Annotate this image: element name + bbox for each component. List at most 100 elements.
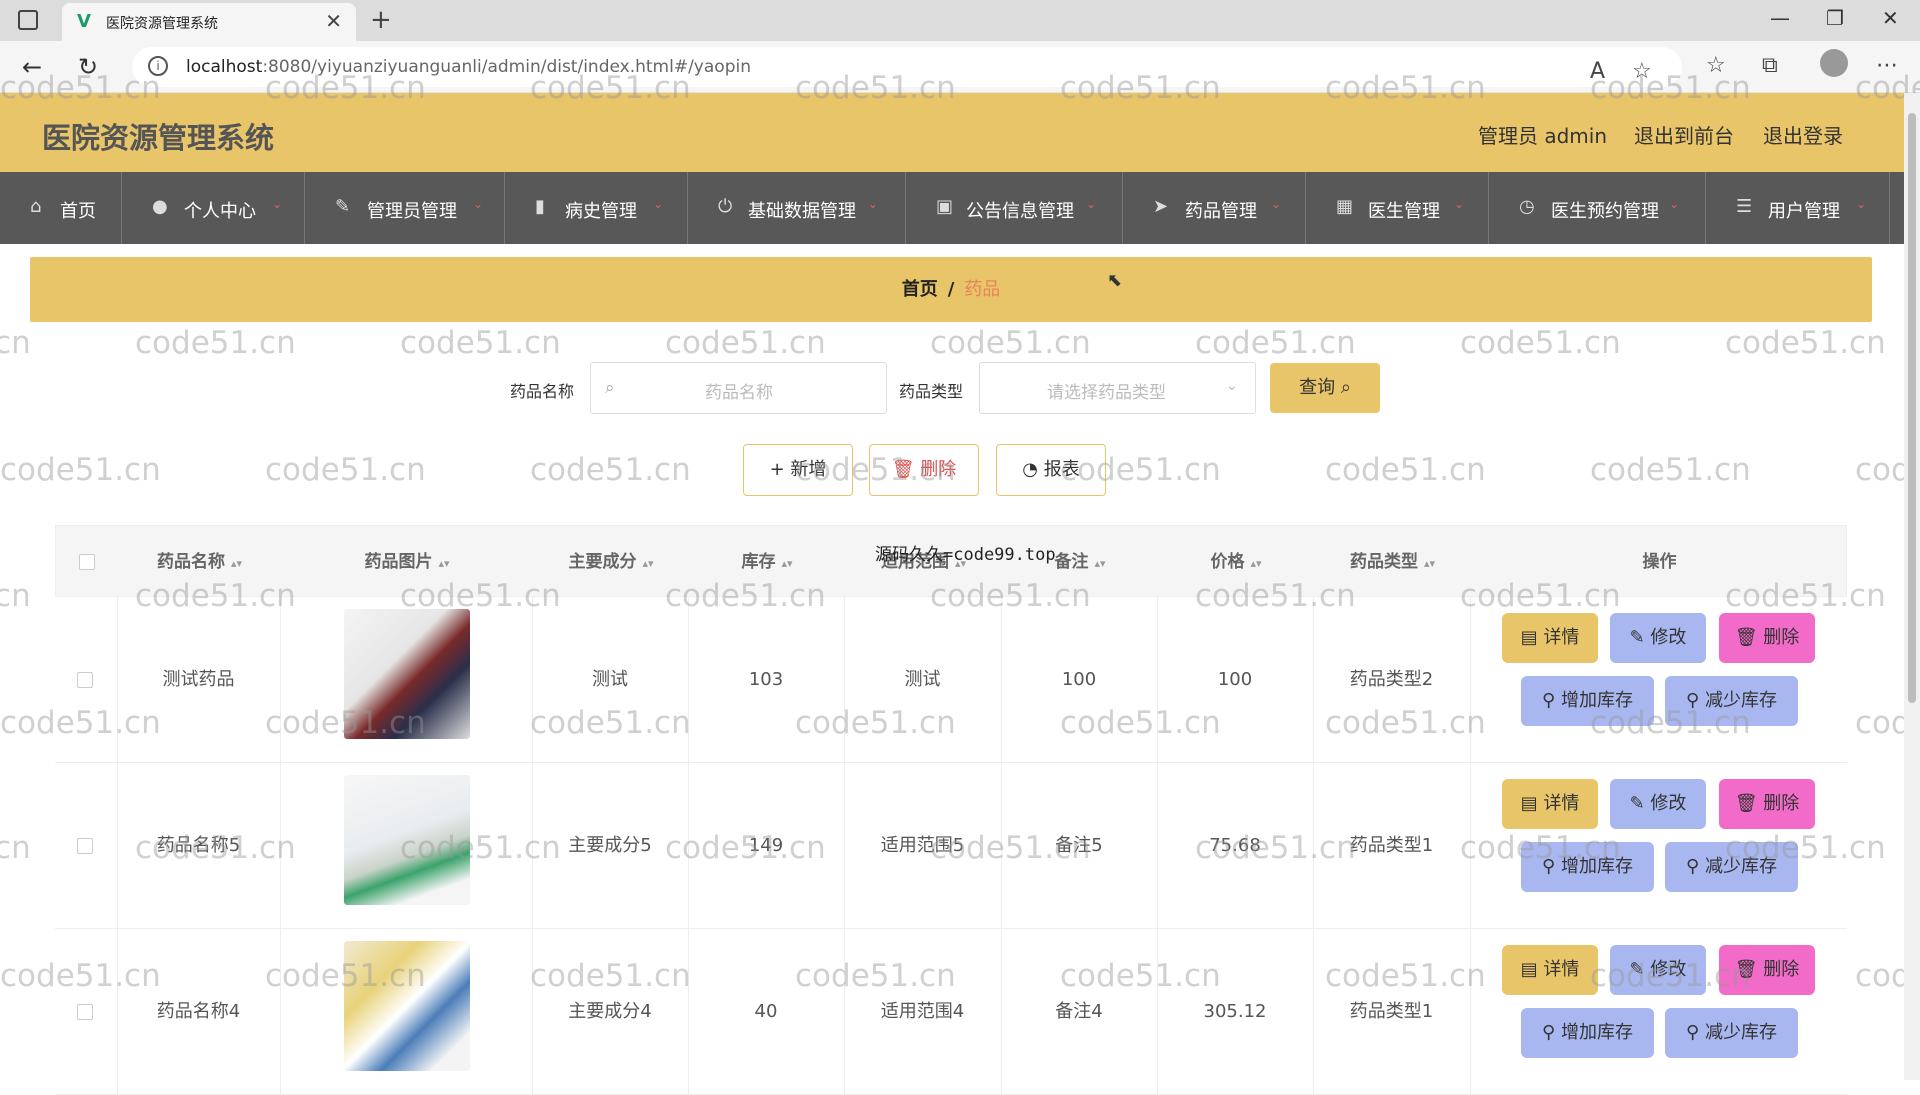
power-icon: ⏻ [718,196,733,217]
document-icon: ▤ [1520,959,1538,980]
add-stock-button[interactable]: ⚲ 增加库存 [1521,1008,1654,1058]
mouse-cursor-icon: ⬉ [1107,270,1123,291]
home-icon: ⌂ [30,196,42,217]
read-aloud-icon[interactable]: A [1590,59,1605,84]
nav-home[interactable]: ⌂ 首页 [0,172,122,244]
col-name[interactable]: 药品名称 ▴▾ [118,526,281,598]
cell-note: 备注5 [1055,835,1103,856]
to-front-link[interactable]: 退出到前台 [1634,120,1734,149]
nav-admin-manage[interactable]: ✎ 管理员管理 ⌄ [305,172,505,244]
sort-icon: ▴▾ [230,557,243,570]
collections-icon[interactable]: ⧉ [1762,53,1778,78]
briefcase-icon: ▣ [936,196,954,217]
watermark-text: code51.cn [930,325,1091,361]
col-type[interactable]: 药品类型 ▴▾ [1314,526,1471,598]
back-icon[interactable]: ← [22,53,42,81]
row-delete-button[interactable]: 🗑 删除 [1719,779,1815,829]
nav-user[interactable]: ☰ 用户管理 ⌄ [1706,172,1890,244]
detail-button[interactable]: ▤ 详情 [1502,613,1598,663]
delete-button[interactable]: 🗑 删除 [869,444,979,496]
vue-logo-icon: V [77,11,91,32]
col-stock[interactable]: 库存 ▴▾ [689,526,845,598]
table-row: 测试药品 测试 103 测试 100 100 药品类型2 ▤ 详情 ✎ 修改 🗑… [55,597,1847,763]
nav-medicine[interactable]: ➤ 药品管理 ⌄ [1123,172,1306,244]
location-icon: ⚲ [1542,690,1556,711]
reduce-stock-button[interactable]: ⚲ 减少库存 [1665,676,1798,726]
watermark-text: code51.cn [0,325,31,361]
nav-history-manage[interactable]: ▮ 病史管理 ⌄ [505,172,688,244]
cell-scope: 适用范围4 [880,1001,965,1022]
reduce-stock-button[interactable]: ⚲ 减少库存 [1665,842,1798,892]
favorite-add-icon[interactable]: ☆ [1632,59,1652,84]
watermark-text: code51.cn [0,830,31,866]
nav-base-data[interactable]: ⏻ 基础数据管理 ⌄ [688,172,906,244]
info-icon[interactable]: i [148,56,168,76]
pencil-icon: ✎ [1629,959,1645,980]
cell-price: 305.12 [1203,1001,1267,1022]
nav-doctor[interactable]: ▦ 医生管理 ⌄ [1306,172,1489,244]
logout-link[interactable]: 退出登录 [1763,120,1843,149]
name-search-input[interactable]: ⌕ 药品名称 [590,362,887,414]
row-delete-button[interactable]: 🗑 删除 [1719,945,1815,995]
reduce-stock-button[interactable]: ⚲ 减少库存 [1665,1008,1798,1058]
add-button[interactable]: + 新增 [743,444,853,496]
add-stock-button[interactable]: ⚲ 增加库存 [1521,676,1654,726]
col-ingredient[interactable]: 主要成分 ▴▾ [533,526,689,598]
col-price[interactable]: 价格 ▴▾ [1158,526,1314,598]
detail-button[interactable]: ▤ 详情 [1502,779,1598,829]
breadcrumb-home[interactable]: 首页 [902,279,938,300]
trash-icon: 🗑 [1734,793,1758,814]
profile-avatar[interactable] [1820,49,1848,77]
app-header: 医院资源管理系统 管理员 admin 退出到前台 退出登录 [0,93,1904,172]
more-icon[interactable]: ⋯ [1876,53,1898,78]
sort-icon: ▴▾ [1094,557,1106,570]
type-select[interactable]: 请选择药品类型 ⌄ [979,362,1256,414]
chevron-down-icon: ⌄ [1226,378,1238,394]
col-image[interactable]: 药品图片 ▴▾ [281,526,533,598]
restore-icon[interactable]: ❐ [1826,6,1844,30]
type-label: 药品类型 [899,382,964,401]
cell-price: 100 [1217,669,1253,690]
edit-button[interactable]: ✎ 修改 [1610,613,1706,663]
location-icon: ⚲ [1542,856,1556,877]
url-field[interactable]: i localhost:8080/yiyuanziyuanguanli/admi… [132,47,1682,87]
bar-chart-icon: ▮ [535,196,545,217]
close-window-icon[interactable]: ✕ [1882,6,1899,30]
list-icon: ☰ [1736,196,1753,217]
edit-button[interactable]: ✎ 修改 [1610,945,1706,995]
cell-type: 药品类型1 [1349,1001,1434,1022]
location-icon: ⚲ [1686,856,1700,877]
nav-personal[interactable]: ● 个人中心 ⌄ [122,172,305,244]
row-checkbox[interactable] [77,838,93,854]
scrollbar-thumb[interactable] [1908,113,1916,703]
watermark-text: code51.cn [1195,325,1356,361]
location-icon: ⚲ [1686,690,1700,711]
admin-label: 管理员 admin [1478,124,1608,148]
nav-appointment[interactable]: ◷ 医生预约管理 ⌄ [1489,172,1706,244]
sort-icon: ▴▾ [438,557,450,570]
reload-icon[interactable]: ↻ [78,53,98,81]
cell-ingredient: 测试 [592,669,628,690]
edit-button[interactable]: ✎ 修改 [1610,779,1706,829]
plus-icon: + [769,459,785,480]
report-button[interactable]: ◔ 报表 [996,444,1106,496]
query-button[interactable]: 查询 ⌕ [1270,363,1380,413]
row-checkbox[interactable] [77,672,93,688]
new-tab-icon[interactable]: + [370,5,392,35]
row-delete-button[interactable]: 🗑 删除 [1719,613,1815,663]
page-scrollbar[interactable] [1904,93,1920,1080]
sidebar-toggle-icon[interactable] [18,10,38,30]
watermark-text: code51.cn [0,578,31,614]
address-bar: ← ↻ i localhost:8080/yiyuanziyuanguanli/… [0,41,1920,93]
detail-button[interactable]: ▤ 详情 [1502,945,1598,995]
browser-tab[interactable]: V 医院资源管理系统 ✕ [62,3,356,41]
favorites-icon[interactable]: ☆ [1706,53,1726,78]
minimize-icon[interactable]: — [1770,6,1790,30]
row-checkbox[interactable] [77,1004,93,1020]
add-stock-button[interactable]: ⚲ 增加库存 [1521,842,1654,892]
search-icon: ⌕ [1340,377,1351,398]
nav-notice[interactable]: ▣ 公告信息管理 ⌄ [906,172,1123,244]
select-all-checkbox[interactable] [79,554,95,570]
watermark-text: code51.cn [1460,325,1621,361]
close-tab-icon[interactable]: ✕ [325,9,342,33]
